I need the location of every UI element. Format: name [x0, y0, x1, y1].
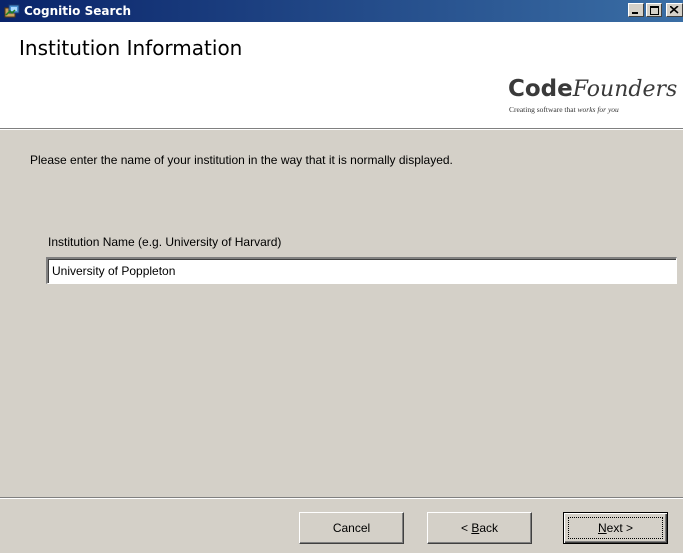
minimize-button[interactable] [628, 3, 644, 17]
next-rest: ext > [606, 521, 634, 535]
back-rest: ack [479, 521, 499, 535]
close-icon [670, 6, 679, 14]
title-bar[interactable]: Cognitio Search [0, 0, 683, 22]
installer-window: Cognitio Search Institution Information … [0, 0, 683, 553]
codefounders-logo: CodeFounders Creating software that work… [508, 74, 680, 124]
logo-word-bold: Code [508, 76, 573, 102]
next-button-label: Next > [598, 521, 633, 535]
logo-word-italic: Founders [572, 77, 678, 102]
logo-tagline-italic: works for you [577, 105, 619, 114]
logo-wordmark: CodeFounders [508, 74, 677, 107]
next-mnemonic: N [597, 521, 607, 535]
installer-icon [4, 3, 20, 19]
close-button[interactable] [666, 3, 683, 17]
cancel-button[interactable]: Cancel [299, 512, 404, 544]
logo-tagline-prefix: Creating software that [509, 105, 578, 114]
institution-name-input[interactable] [46, 257, 677, 284]
cancel-button-label: Cancel [332, 521, 371, 535]
footer-divider [0, 497, 683, 499]
logo-tagline: Creating software that works for you [509, 105, 619, 114]
back-button-label: < Back [461, 521, 498, 535]
header-divider [0, 128, 683, 130]
instruction-text: Please enter the name of your institutio… [30, 153, 453, 167]
window-title: Cognitio Search [24, 4, 132, 18]
back-symbol: < [460, 521, 472, 535]
next-button[interactable]: Next > [563, 512, 668, 544]
maximize-button[interactable] [646, 3, 662, 17]
institution-name-label: Institution Name (e.g. University of Har… [48, 235, 282, 249]
back-button[interactable]: < Back [427, 512, 532, 544]
page-title: Institution Information [19, 36, 243, 60]
